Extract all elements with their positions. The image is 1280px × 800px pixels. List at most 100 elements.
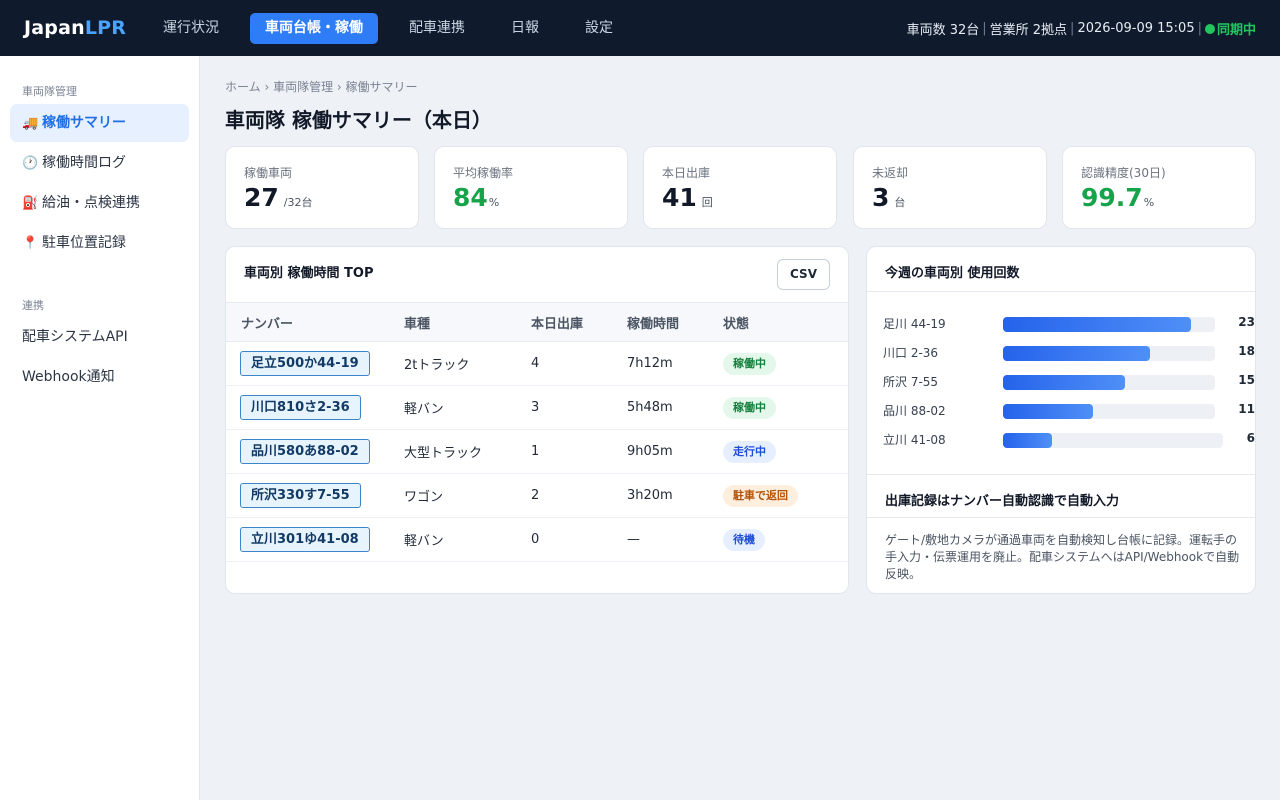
kpi-value: 27/32台 <box>244 183 313 212</box>
column-header-trips[interactable]: 本日出庫 <box>531 302 627 342</box>
vehicle-type: 軽バン <box>404 517 531 562</box>
kpi-value: 84% <box>453 183 499 212</box>
truck-icon: 🚚 <box>22 116 39 131</box>
sidebar-item-label: 駐車位置記録 <box>42 235 126 251</box>
bar-fill <box>1003 433 1052 448</box>
kpi-unreturned: 未返却 3台 <box>853 146 1047 229</box>
kpi-value: 3台 <box>872 183 905 212</box>
kpi-number: 3 <box>872 183 890 212</box>
bar-label: 川口 2-36 <box>883 346 939 360</box>
card-title: 車両別 稼働時間 TOP <box>244 266 374 281</box>
kpi-value: 99.7% <box>1081 183 1154 212</box>
table-header-row: ナンバー 車種 本日出庫 稼働時間 状態 <box>226 302 848 342</box>
sidebar-item-label: 稼働サマリー <box>42 115 126 131</box>
kpi-label: 稼働車両 <box>244 166 293 180</box>
kpi-unit: 回 <box>701 196 713 209</box>
breadcrumb[interactable]: ホーム › 車両隊管理 › 稼働サマリー <box>225 78 418 95</box>
operating-hours: 7h12m <box>627 341 723 386</box>
sidebar-item-label: 給油・点検連携 <box>42 195 140 211</box>
table-row[interactable]: 品川580あ88-02 大型トラック 1 9h05m 走行中 <box>226 429 848 474</box>
kpi-number: 27 <box>244 183 279 212</box>
vehicle-count: 車両数 32台 <box>906 23 980 38</box>
bar-track <box>1003 375 1215 390</box>
vehicle-hours-card: 車両別 稼働時間 TOP CSV ナンバー 車種 本日出庫 稼働時間 状態 足立… <box>225 246 849 594</box>
sidebar-item-webhook[interactable]: Webhook通知 <box>10 358 189 396</box>
column-header-type[interactable]: 車種 <box>404 302 531 342</box>
table-row[interactable]: 川口810さ2-36 軽バン 3 5h48m 稼働中 <box>226 385 848 430</box>
vehicle-type: 軽バン <box>404 385 531 430</box>
sidebar-item-hours-log[interactable]: 🕐 稼働時間ログ <box>10 144 189 182</box>
trip-count: 4 <box>531 341 627 386</box>
divider <box>867 517 1255 518</box>
bar-track <box>1003 404 1215 419</box>
kpi-label: 認識精度(30日) <box>1081 166 1166 180</box>
column-header-plate[interactable]: ナンバー <box>226 302 404 342</box>
nav-item-dispatch[interactable]: 配車連携 <box>394 13 480 44</box>
kpi-number: 84 <box>453 183 488 212</box>
trip-count: 3 <box>531 385 627 430</box>
usage-bar-row: 立川 41-08 6 <box>883 429 1255 449</box>
kpi-unit: % <box>1143 196 1155 209</box>
sidebar-item-summary[interactable]: 🚚 稼働サマリー <box>10 104 189 142</box>
kpi-departures: 本日出庫 41 回 <box>643 146 837 229</box>
bar-track <box>1003 346 1215 361</box>
status-badge: 待機 <box>723 528 765 551</box>
license-plate[interactable]: 品川580あ88-02 <box>240 439 370 464</box>
trip-count: 0 <box>531 517 627 562</box>
bar-fill <box>1003 375 1125 390</box>
sidebar-item-parking-log[interactable]: 📍 駐車位置記録 <box>10 224 189 262</box>
kpi-value: 41 回 <box>662 183 713 212</box>
nav-item-vehicle-ledger[interactable]: 車両台帳・稼働 <box>250 13 378 44</box>
bar-track <box>1003 317 1215 332</box>
sidebar-item-label: 稼働時間ログ <box>42 155 126 171</box>
top-bar: JapanLPR 運行状況 車両台帳・稼働 配車連携 日報 設定 車両数 32台… <box>0 0 1280 56</box>
kpi-unit: 台 <box>894 196 906 209</box>
info-text: ゲート/敷地カメラが通過車両を自動検知し台帳に記録。運転手の手入力・伝票運用を廃… <box>885 533 1240 581</box>
kpi-utilization: 平均稼働率 84% <box>434 146 628 229</box>
sidebar-item-dispatch-api[interactable]: 配車システムAPI <box>10 318 189 356</box>
status-bar: 車両数 32台 | 営業所 2拠点 | 2026-09-09 15:05 | 同… <box>907 19 1256 38</box>
column-header-status[interactable]: 状態 <box>723 302 848 342</box>
weekly-usage-card: 今週の車両別 使用回数 足川 44-19 23 川口 2-36 18 所沢 7-55 15… <box>866 246 1256 594</box>
csv-export-button[interactable]: CSV <box>777 259 830 290</box>
brand-name-main: Japan <box>24 17 85 39</box>
nav-item-daily-report[interactable]: 日報 <box>496 13 554 44</box>
vehicle-hours-table: ナンバー 車種 本日出庫 稼働時間 状態 足立500か44-19 2tトラック … <box>226 302 848 562</box>
bar-fill <box>1003 346 1150 361</box>
bar-value: 6 <box>1246 431 1255 445</box>
kpi-unit: % <box>488 196 500 209</box>
sidebar-item-fuel-inspection[interactable]: ⛽ 給油・点検連携 <box>10 184 189 222</box>
license-plate[interactable]: 立川301ゆ41-08 <box>240 527 370 552</box>
operating-hours: — <box>627 517 723 562</box>
column-header-hours[interactable]: 稼働時間 <box>627 302 723 342</box>
usage-bar-row: 品川 88-02 11 <box>883 400 1255 420</box>
operating-hours: 9h05m <box>627 429 723 474</box>
sync-status: 同期中 <box>1204 19 1256 38</box>
brand-logo[interactable]: JapanLPR <box>24 17 126 39</box>
divider <box>867 291 1255 292</box>
bar-label: 所沢 7-55 <box>883 375 939 389</box>
trip-count: 2 <box>531 473 627 518</box>
vehicle-type: 大型トラック <box>404 429 531 474</box>
main-nav: 運行状況 車両台帳・稼働 配車連携 日報 設定 <box>148 13 644 44</box>
bar-fill <box>1003 404 1093 419</box>
nav-item-settings[interactable]: 設定 <box>570 13 628 44</box>
kpi-unit: /32台 <box>283 196 313 209</box>
kpi-label: 平均稼働率 <box>453 166 514 180</box>
status-badge: 稼働中 <box>723 352 776 375</box>
bar-value: 15 <box>1238 373 1255 387</box>
table-row[interactable]: 所沢330す7-55 ワゴン 2 3h20m 駐車で返回 <box>226 473 848 518</box>
bar-track <box>1003 433 1223 448</box>
brand-name-accent: LPR <box>84 17 127 39</box>
nav-item-operations[interactable]: 運行状況 <box>148 13 234 44</box>
sync-label: 同期中 <box>1216 23 1256 38</box>
license-plate[interactable]: 川口810さ2-36 <box>240 395 361 420</box>
bar-value: 23 <box>1238 315 1255 329</box>
vehicle-type: 2tトラック <box>404 341 531 386</box>
status-badge: 稼働中 <box>723 396 776 419</box>
license-plate[interactable]: 足立500か44-19 <box>240 351 370 376</box>
table-row[interactable]: 立川301ゆ41-08 軽バン 0 — 待機 <box>226 517 848 562</box>
license-plate[interactable]: 所沢330す7-55 <box>240 483 361 508</box>
divider <box>867 474 1255 475</box>
table-row[interactable]: 足立500か44-19 2tトラック 4 7h12m 稼働中 <box>226 341 848 386</box>
